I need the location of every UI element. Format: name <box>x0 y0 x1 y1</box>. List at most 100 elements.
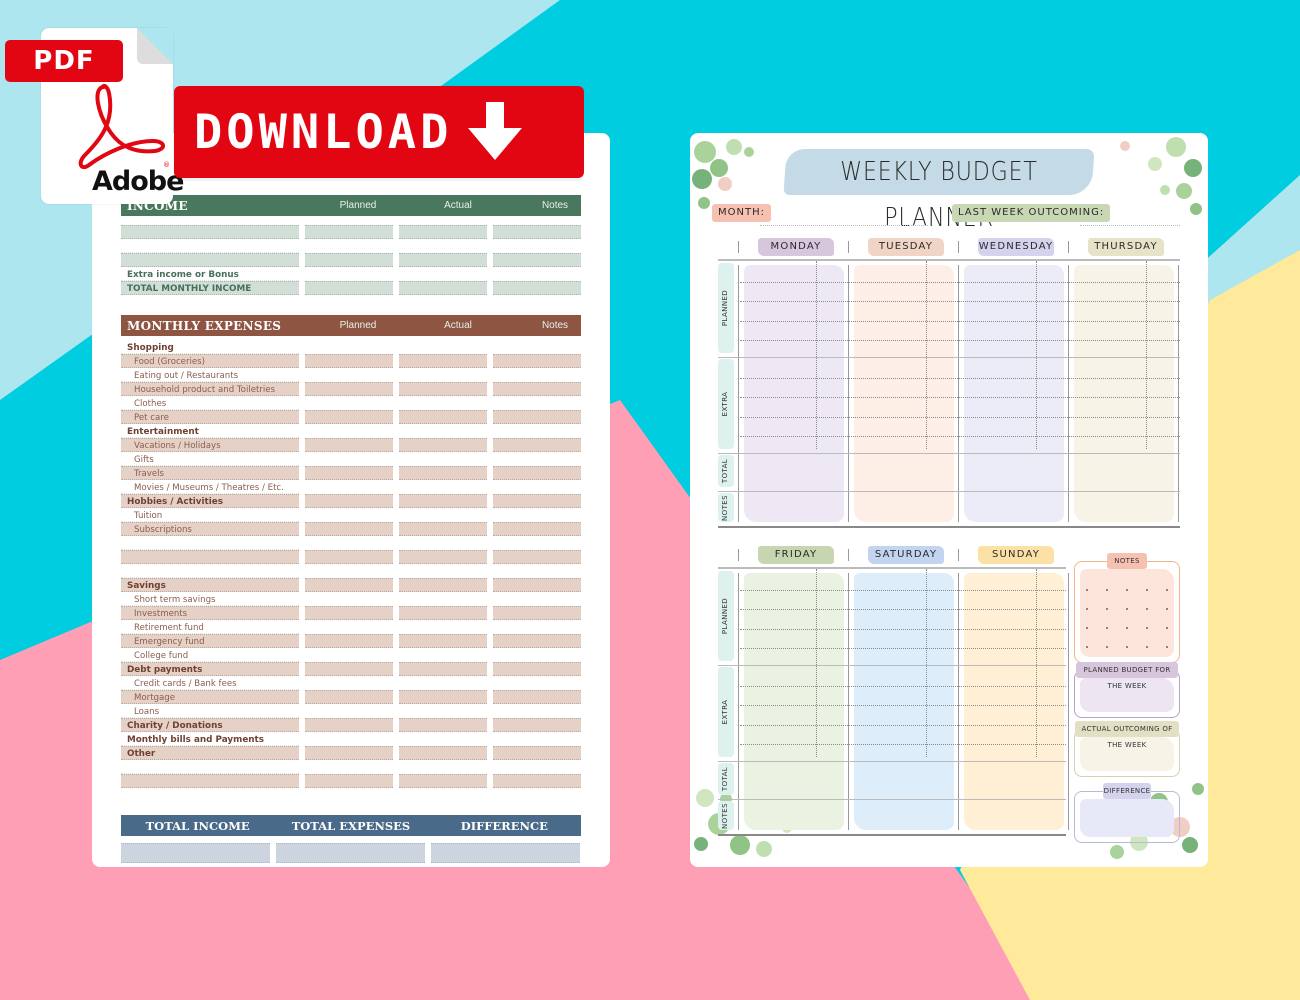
notes-cell[interactable] <box>493 424 581 438</box>
planned-cell[interactable] <box>305 410 393 424</box>
actual-cell[interactable] <box>399 452 487 466</box>
notes-cell[interactable] <box>493 340 581 354</box>
actual-cell[interactable] <box>399 690 487 704</box>
last-week-input-line[interactable] <box>1080 225 1180 226</box>
actual-cell[interactable] <box>399 340 487 354</box>
notes-cell[interactable] <box>493 634 581 648</box>
weekly-planner-preview[interactable]: WEEKLY BUDGET PLANNER MONTH: LAST WEEK O… <box>690 133 1208 867</box>
planned-cell[interactable] <box>305 690 393 704</box>
entry-line[interactable] <box>740 686 1066 688</box>
notes-cell[interactable] <box>493 225 581 239</box>
notes-cell[interactable] <box>493 718 581 732</box>
actual-cell[interactable] <box>399 410 487 424</box>
actual-cell[interactable] <box>399 578 487 592</box>
planned-cell[interactable] <box>305 746 393 760</box>
notes-cell[interactable] <box>493 438 581 452</box>
notes-cell[interactable] <box>493 746 581 760</box>
entry-line[interactable] <box>740 339 1180 341</box>
day-column-monday[interactable] <box>744 265 844 522</box>
actual-cell[interactable] <box>399 550 487 564</box>
month-input-line[interactable] <box>760 225 928 226</box>
notes-cell[interactable] <box>493 732 581 746</box>
planned-cell[interactable] <box>305 382 393 396</box>
planned-cell[interactable] <box>305 760 393 774</box>
entry-line[interactable] <box>740 397 1180 399</box>
planned-cell[interactable] <box>305 494 393 508</box>
planned-cell[interactable] <box>305 225 393 239</box>
notes-cell[interactable] <box>493 494 581 508</box>
entry-line[interactable] <box>740 647 1066 649</box>
planned-cell[interactable] <box>305 354 393 368</box>
notes-cell[interactable] <box>493 676 581 690</box>
notes-cell[interactable] <box>493 368 581 382</box>
notes-cell[interactable] <box>493 774 581 788</box>
day-column-tuesday[interactable] <box>854 265 954 522</box>
day-column-sunday[interactable] <box>964 573 1064 830</box>
notes-cell[interactable] <box>493 396 581 410</box>
notes-cell[interactable] <box>493 410 581 424</box>
actual-cell[interactable] <box>399 634 487 648</box>
planned-cell[interactable] <box>305 704 393 718</box>
notes-cell[interactable] <box>493 662 581 676</box>
actual-cell[interactable] <box>399 494 487 508</box>
notes-cell[interactable] <box>493 704 581 718</box>
actual-cell[interactable] <box>399 718 487 732</box>
actual-cell[interactable] <box>399 253 487 267</box>
notes-cell[interactable] <box>493 620 581 634</box>
actual-cell[interactable] <box>399 225 487 239</box>
planned-cell[interactable] <box>305 718 393 732</box>
notes-cell[interactable] <box>493 550 581 564</box>
planned-cell[interactable] <box>305 620 393 634</box>
entry-line[interactable] <box>740 416 1180 418</box>
notes-cell[interactable] <box>493 480 581 494</box>
planned-cell[interactable] <box>305 508 393 522</box>
planned-cell[interactable] <box>305 662 393 676</box>
actual-cell[interactable] <box>399 676 487 690</box>
notes-cell[interactable] <box>493 508 581 522</box>
notes-cell[interactable] <box>493 466 581 480</box>
planned-cell[interactable] <box>305 634 393 648</box>
notes-cell[interactable] <box>493 536 581 550</box>
planned-cell[interactable] <box>305 424 393 438</box>
planned-cell[interactable] <box>305 438 393 452</box>
actual-cell[interactable] <box>399 564 487 578</box>
actual-cell[interactable] <box>399 620 487 634</box>
planned-cell[interactable] <box>305 606 393 620</box>
notes-cell[interactable] <box>493 648 581 662</box>
actual-cell[interactable] <box>399 746 487 760</box>
entry-line[interactable] <box>740 743 1066 745</box>
planned-cell[interactable] <box>305 239 393 253</box>
actual-cell[interactable] <box>399 239 487 253</box>
actual-cell[interactable] <box>399 732 487 746</box>
notes-cell[interactable] <box>493 690 581 704</box>
planned-cell[interactable] <box>305 578 393 592</box>
monthly-budget-preview[interactable]: INCOME Planned Actual Notes Extra income… <box>92 133 610 867</box>
planned-cell[interactable] <box>305 550 393 564</box>
day-column-friday[interactable] <box>744 573 844 830</box>
entry-line[interactable] <box>740 590 1066 592</box>
actual-cell[interactable] <box>399 508 487 522</box>
notes-cell[interactable] <box>493 281 581 295</box>
day-column-wednesday[interactable] <box>964 265 1064 522</box>
planned-cell[interactable] <box>305 452 393 466</box>
planned-cell[interactable] <box>305 732 393 746</box>
actual-cell[interactable] <box>399 536 487 550</box>
notes-cell[interactable] <box>493 452 581 466</box>
notes-cell[interactable] <box>493 253 581 267</box>
actual-cell[interactable] <box>399 438 487 452</box>
notes-cell[interactable] <box>493 592 581 606</box>
entry-line[interactable] <box>740 705 1066 707</box>
entry-line[interactable] <box>740 628 1066 630</box>
planned-cell[interactable] <box>305 340 393 354</box>
notes-cell[interactable] <box>493 354 581 368</box>
notes-cell[interactable] <box>493 382 581 396</box>
entry-line[interactable] <box>740 609 1066 611</box>
entry-line[interactable] <box>740 282 1180 284</box>
actual-cell[interactable] <box>399 382 487 396</box>
planned-cell[interactable] <box>305 466 393 480</box>
actual-cell[interactable] <box>399 606 487 620</box>
actual-cell[interactable] <box>399 704 487 718</box>
entry-line[interactable] <box>740 320 1180 322</box>
entry-line[interactable] <box>740 435 1180 437</box>
actual-cell[interactable] <box>399 662 487 676</box>
